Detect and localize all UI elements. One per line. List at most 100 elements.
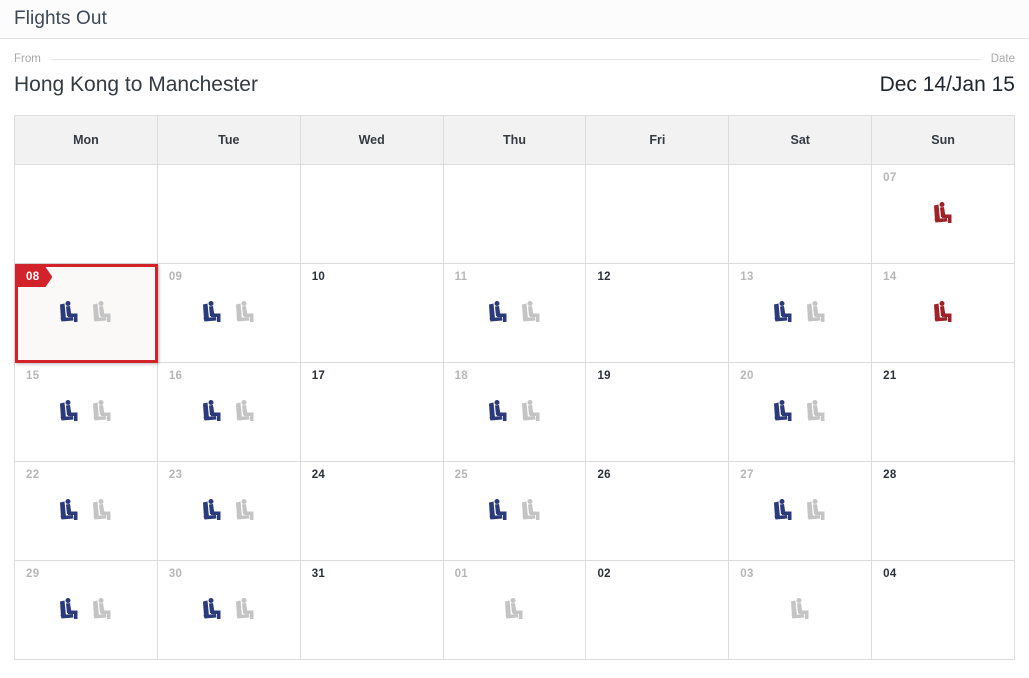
calendar-day-cell[interactable]: 15: [15, 363, 158, 462]
seat-icon-unavailable[interactable]: [234, 399, 257, 423]
seat-icon-premium[interactable]: [932, 300, 955, 324]
day-number: 17: [311, 370, 326, 382]
calendar-weekday-header: Mon Tue Wed Thu Fri Sat Sun: [15, 116, 1016, 165]
calendar-day-cell[interactable]: 16: [157, 363, 301, 462]
seat-icon-unavailable[interactable]: [91, 399, 114, 423]
header-values: Hong Kong to Manchester Dec 14/Jan 15: [14, 73, 1015, 97]
seat-availability-group: [729, 597, 871, 621]
seat-icon-available[interactable]: [201, 498, 224, 522]
calendar-day-cell[interactable]: 13: [729, 264, 873, 363]
seat-availability-group: [729, 300, 871, 324]
seat-icon-available[interactable]: [487, 399, 510, 423]
day-number: 01: [454, 568, 468, 580]
calendar-day-cell[interactable]: 09: [157, 264, 301, 363]
calendar-day-cell[interactable]: [15, 165, 158, 264]
calendar-day-cell[interactable]: 04: [872, 561, 1016, 660]
calendar-week-row: 08 09 10 11 12 13 14: [15, 264, 1016, 363]
day-number: 13: [740, 271, 754, 283]
seat-icon-unavailable[interactable]: [520, 498, 543, 522]
calendar-day-cell[interactable]: 19: [586, 363, 730, 462]
seat-icon-available[interactable]: [772, 399, 795, 423]
seat-icon-available[interactable]: [772, 300, 795, 324]
calendar-day-cell[interactable]: 25: [443, 462, 587, 561]
weekday-header-sun: Sun: [872, 116, 1016, 165]
seat-icon-unavailable[interactable]: [805, 300, 828, 324]
seat-icon-unavailable[interactable]: [91, 300, 114, 324]
weekday-label: Thu: [503, 133, 526, 147]
calendar-day-cell[interactable]: [729, 165, 873, 264]
seat-icon-unavailable[interactable]: [520, 399, 543, 423]
seat-icon-unavailable[interactable]: [234, 498, 257, 522]
page-title: Flights Out: [14, 8, 107, 29]
seat-icon-available[interactable]: [201, 300, 224, 324]
seat-icon-premium[interactable]: [932, 201, 955, 225]
calendar-day-cell[interactable]: [157, 165, 301, 264]
seat-availability-group: [158, 498, 300, 522]
calendar-day-cell[interactable]: 02: [586, 561, 730, 660]
seat-icon-unavailable[interactable]: [520, 300, 543, 324]
day-number: 25: [454, 469, 468, 481]
seat-icon-available[interactable]: [201, 597, 224, 621]
calendar-day-cell[interactable]: 20: [729, 363, 873, 462]
day-number: 26: [597, 469, 611, 481]
window-titlebar: Flights Out: [0, 0, 1029, 39]
seat-availability-group: [15, 498, 157, 522]
calendar-day-cell[interactable]: 23: [157, 462, 301, 561]
calendar-day-cell[interactable]: 17: [300, 363, 444, 462]
calendar-day-cell[interactable]: [586, 165, 730, 264]
calendar-day-cell[interactable]: 29: [15, 561, 158, 660]
calendar-day-cell[interactable]: 01: [443, 561, 587, 660]
seat-icon-unavailable[interactable]: [503, 597, 526, 621]
seat-icon-unavailable[interactable]: [234, 597, 257, 621]
seat-icon-available[interactable]: [487, 300, 510, 324]
seat-availability-group: [444, 300, 586, 324]
calendar-day-cell[interactable]: 11: [443, 264, 587, 363]
date-range-value[interactable]: Dec 14/Jan 15: [880, 73, 1015, 97]
weekday-header-thu: Thu: [443, 116, 587, 165]
selected-day-flag: 08: [18, 267, 53, 287]
day-number: 14: [883, 271, 897, 283]
weekday-label: Sun: [931, 133, 955, 147]
calendar-day-cell[interactable]: 31: [300, 561, 444, 660]
route-value[interactable]: Hong Kong to Manchester: [14, 73, 258, 97]
calendar-day-cell[interactable]: 18: [443, 363, 587, 462]
calendar-week-row: 22 23 24 25 26 27 28: [15, 462, 1016, 561]
weekday-header-tue: Tue: [157, 116, 301, 165]
calendar-day-cell-selected[interactable]: 08: [15, 264, 158, 363]
calendar-day-cell[interactable]: 07: [872, 165, 1016, 264]
calendar-day-cell[interactable]: 26: [586, 462, 730, 561]
seat-icon-available[interactable]: [772, 498, 795, 522]
date-label: Date: [990, 53, 1015, 65]
calendar-day-cell[interactable]: 14: [872, 264, 1016, 363]
seat-icon-unavailable[interactable]: [91, 498, 114, 522]
seat-icon-unavailable[interactable]: [805, 399, 828, 423]
calendar-day-cell[interactable]: 03: [729, 561, 873, 660]
seat-icon-unavailable[interactable]: [91, 597, 114, 621]
calendar-day-cell[interactable]: 22: [15, 462, 158, 561]
calendar-day-cell[interactable]: [300, 165, 444, 264]
day-number: 22: [26, 469, 40, 481]
calendar-day-cell[interactable]: 28: [872, 462, 1016, 561]
calendar-day-cell[interactable]: 30: [157, 561, 301, 660]
seat-icon-available[interactable]: [58, 498, 81, 522]
weekday-label: Tue: [218, 133, 240, 147]
seat-availability-group: [158, 399, 300, 423]
calendar-day-cell[interactable]: [443, 165, 587, 264]
calendar-day-cell[interactable]: 27: [729, 462, 873, 561]
day-number: 21: [883, 370, 897, 382]
seat-icon-available[interactable]: [487, 498, 510, 522]
route-header: From Date Hong Kong to Manchester Dec 14…: [0, 39, 1029, 97]
weekday-label: Mon: [73, 133, 99, 147]
seat-icon-available[interactable]: [58, 597, 81, 621]
calendar-day-cell[interactable]: 24: [300, 462, 444, 561]
seat-icon-unavailable[interactable]: [234, 300, 257, 324]
calendar-day-cell[interactable]: 12: [586, 264, 730, 363]
day-number: 19: [597, 370, 611, 382]
seat-icon-available[interactable]: [201, 399, 224, 423]
seat-icon-unavailable[interactable]: [805, 498, 828, 522]
calendar-day-cell[interactable]: 10: [300, 264, 444, 363]
calendar-day-cell[interactable]: 21: [872, 363, 1016, 462]
seat-icon-unavailable[interactable]: [789, 597, 812, 621]
seat-icon-available[interactable]: [58, 300, 81, 324]
seat-icon-available[interactable]: [58, 399, 81, 423]
